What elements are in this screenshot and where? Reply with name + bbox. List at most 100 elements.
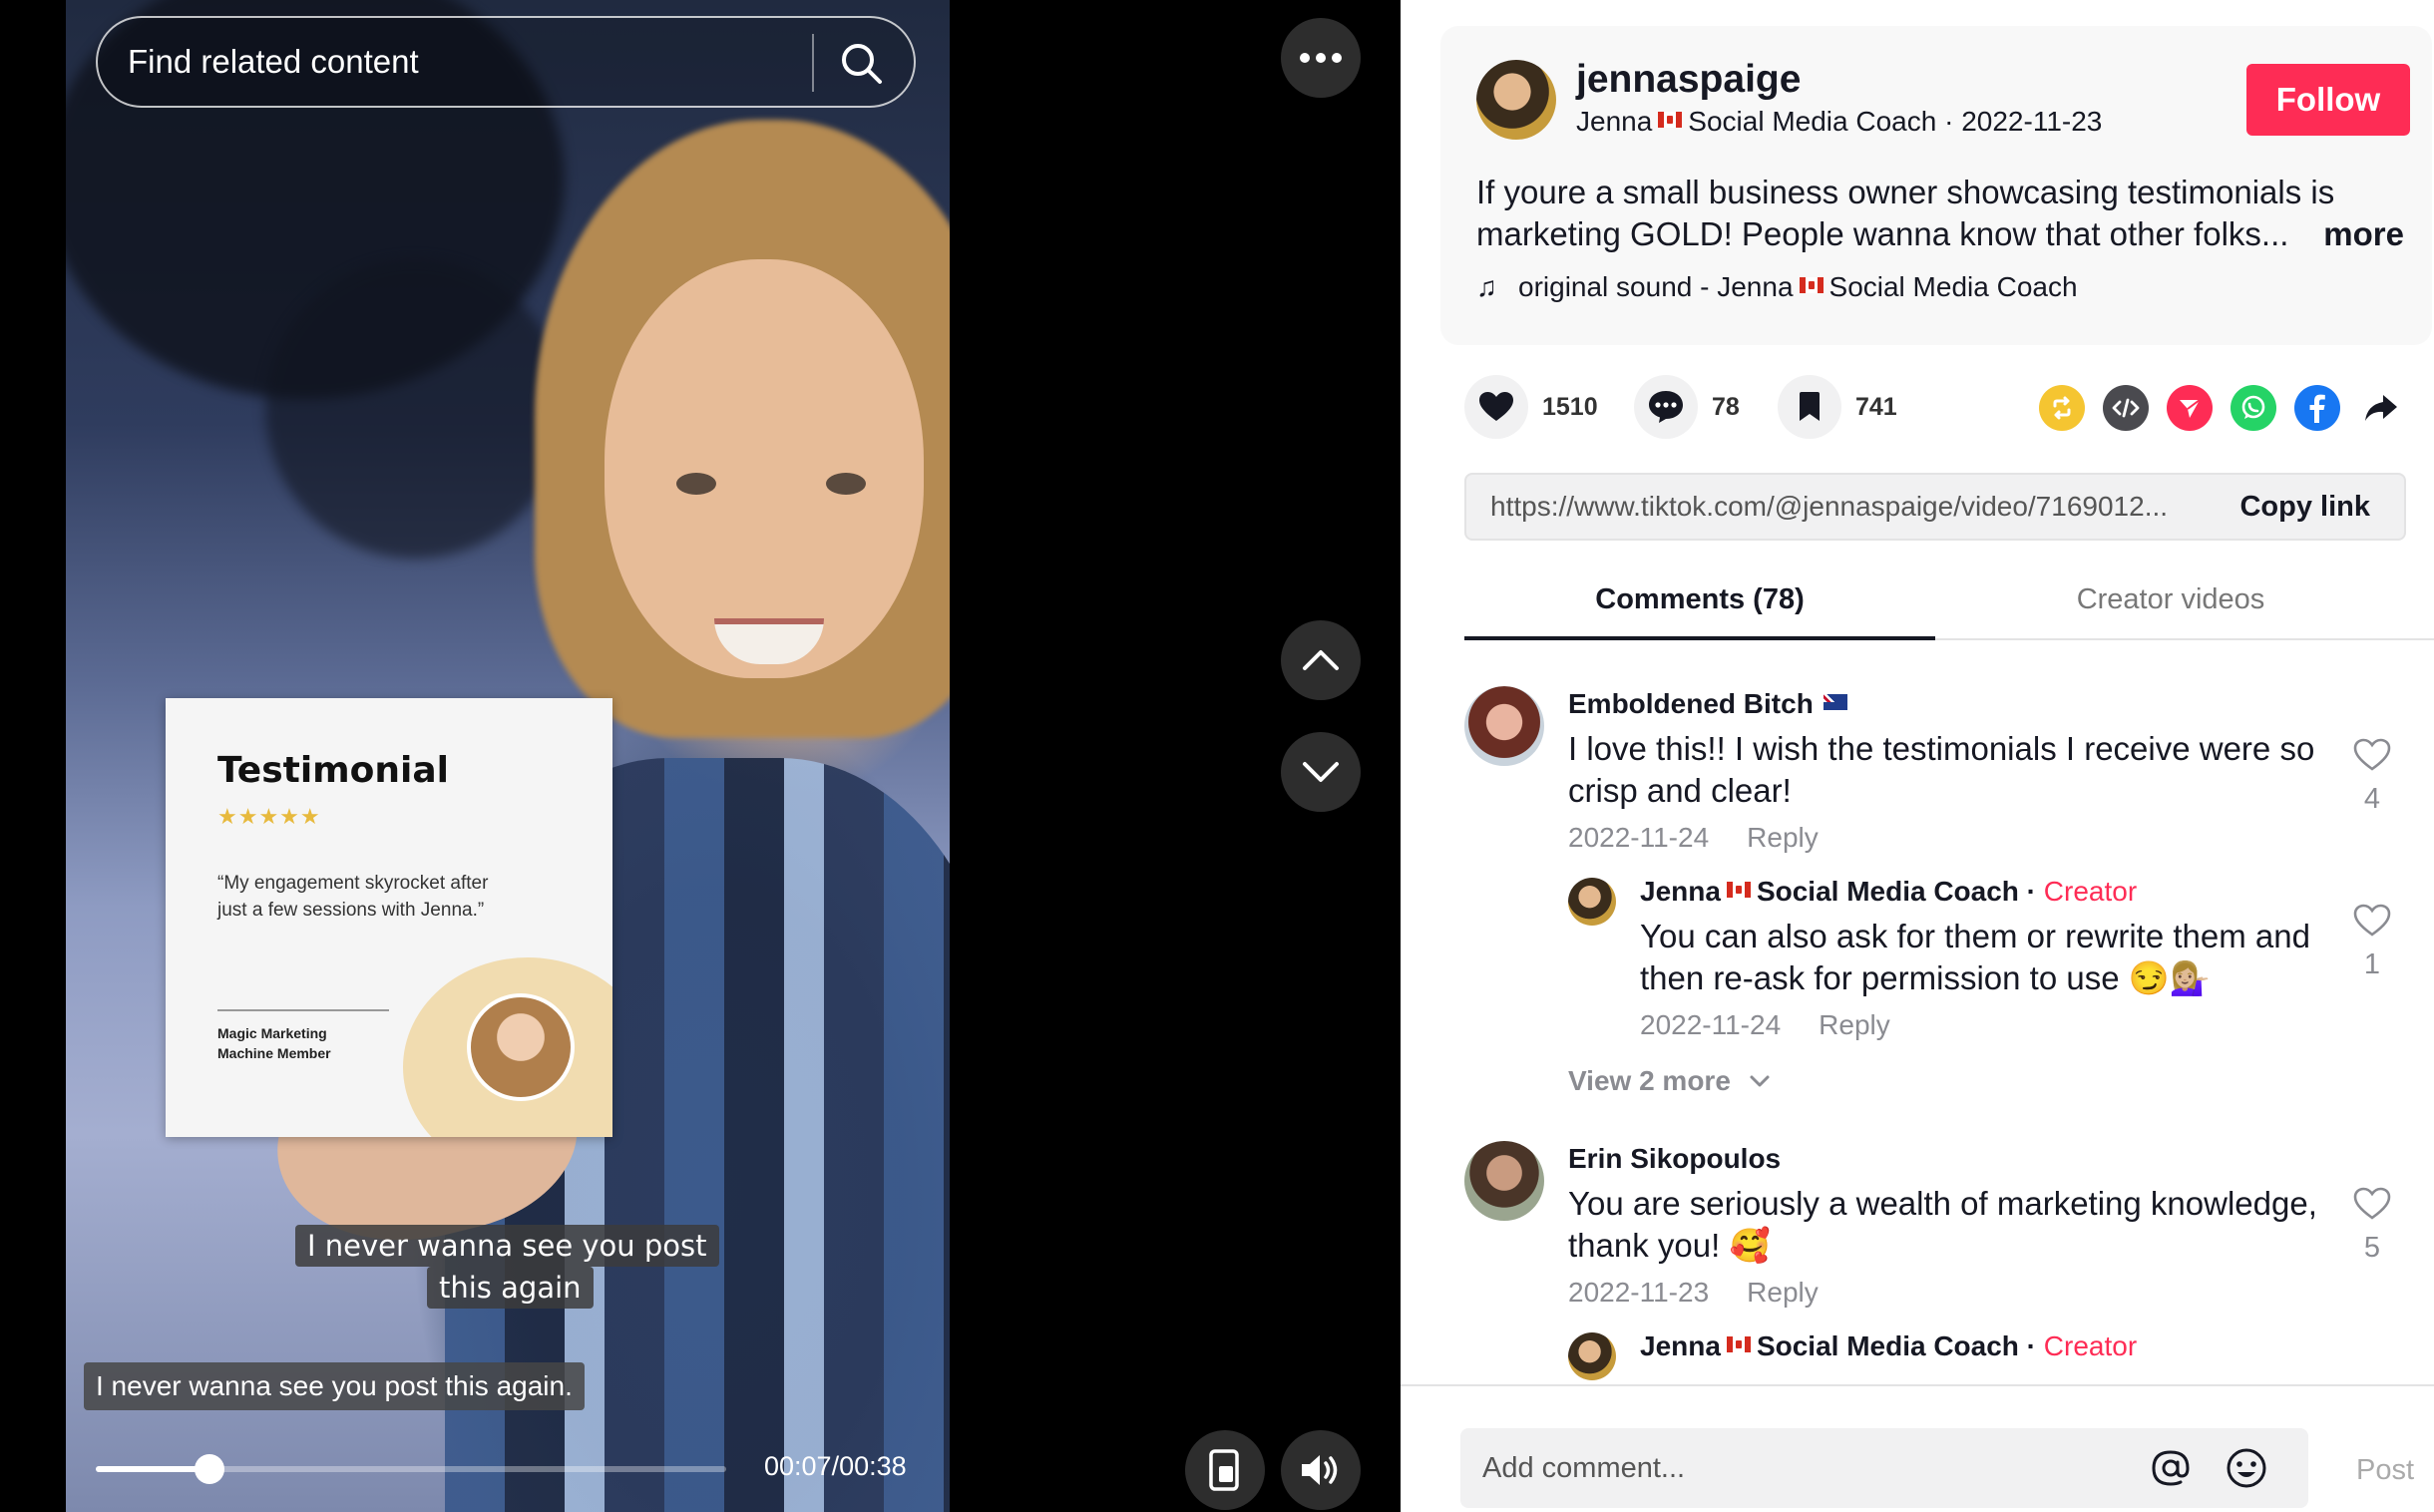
video-link-box: https://www.tiktok.com/@jennaspaige/vide… (1464, 473, 2406, 541)
mention-icon[interactable] (2149, 1446, 2193, 1490)
reply-item: Jenna Social Media Coach · Creator You ca… (1464, 876, 2402, 1065)
sound-title-suffix: Social Media Coach (1828, 271, 2078, 302)
video-progress-handle[interactable] (194, 1454, 224, 1484)
save-stat[interactable]: 741 (1778, 375, 1897, 439)
details-panel: jennaspaige Jenna Social Media Coach · 20… (1401, 0, 2434, 1512)
heart-icon (1479, 392, 1513, 421)
music-note-icon: ♫ (1476, 271, 1497, 302)
post-date: 2022-11-23 (1961, 106, 2103, 137)
testimonial-member: Magic Marketing Machine Member (217, 1025, 331, 1061)
tab-comments[interactable]: Comments (78) (1464, 574, 1935, 640)
author-nickname-line: Jenna Social Media Coach · 2022-11-23 (1576, 106, 2103, 137)
reply-like-button[interactable]: 1 (2342, 904, 2402, 981)
reply-author[interactable]: Jenna Social Media Coach · Creator (1640, 1330, 2137, 1362)
comment-meta: 2022-11-23 Reply (1568, 1277, 1819, 1309)
embed-button[interactable] (2103, 385, 2149, 431)
next-video-button[interactable] (1281, 732, 1361, 812)
heart-outline-icon (2353, 1187, 2391, 1220)
whatsapp-share-button[interactable] (2231, 385, 2276, 431)
search-placeholder: Find related content (128, 43, 419, 80)
chevron-up-icon (1303, 650, 1339, 670)
description-text: If youre a small business owner showcasi… (1476, 174, 2335, 252)
reply-author-name: Jenna (1640, 1330, 1721, 1361)
copy-link-button[interactable]: Copy link (2239, 491, 2370, 524)
comment-list[interactable]: Emboldened Bitch I love this!! I wish th… (1401, 662, 2434, 1384)
video-player[interactable]: Testimonial ★★★★★ “My engagement skyrock… (66, 0, 950, 1512)
share-arrow-icon (2365, 395, 2397, 421)
testimonial-stars: ★★★★★ (217, 804, 321, 829)
comment-date: 2022-11-23 (1568, 1277, 1710, 1308)
embed-code-icon (2112, 398, 2140, 418)
australia-flag-icon (1823, 694, 1847, 710)
reply-author-name: Jenna (1640, 876, 1721, 907)
commenter-name[interactable]: Erin Sikopoulos (1568, 1143, 1781, 1175)
sound-link[interactable]: ♫ original sound - Jenna Social Media Coac… (1476, 271, 2078, 303)
chevron-down-icon (1303, 762, 1339, 782)
reply-button[interactable]: Reply (1747, 1277, 1819, 1308)
comment-item: Erin Sikopoulos You are seriously a weal… (1464, 1141, 2402, 1321)
video-progress-fill (96, 1466, 209, 1472)
heart-outline-icon (2353, 904, 2391, 937)
commenter-avatar[interactable] (1464, 1141, 1544, 1221)
comment-like-button[interactable]: 4 (2342, 738, 2402, 816)
comment-item: Emboldened Bitch I love this!! I wish th… (1464, 686, 2402, 866)
video-time: 00:07/00:38 (764, 1451, 907, 1481)
author-username[interactable]: jennaspaige (1576, 58, 1801, 102)
paper-plane-icon (2180, 399, 2201, 418)
repost-button[interactable] (2039, 385, 2085, 431)
video-url[interactable]: https://www.tiktok.com/@jennaspaige/vide… (1490, 491, 2189, 523)
comment-like-button[interactable]: 5 (2342, 1187, 2402, 1265)
like-button[interactable] (1464, 375, 1528, 439)
commenter-avatar[interactable] (1464, 686, 1544, 766)
view-more-replies[interactable]: View 2 more (1568, 1065, 1771, 1097)
background-trees (265, 259, 565, 559)
reply-author[interactable]: Jenna Social Media Coach · Creator (1640, 876, 2137, 908)
save-button[interactable] (1778, 375, 1841, 439)
comment-text: I love this!! I wish the testimonials I … (1568, 730, 2315, 809)
description-more-button[interactable]: more (2299, 213, 2404, 255)
reply-like-count: 1 (2363, 948, 2381, 980)
panel-tabs: Comments (78) Creator videos (1464, 574, 2434, 640)
creator-reply-avatar[interactable] (1568, 1332, 1616, 1380)
view-more-label: View 2 more (1568, 1065, 1731, 1096)
emoji-icon[interactable] (2225, 1446, 2268, 1490)
like-count: 1510 (1542, 392, 1598, 421)
reply-button[interactable]: Reply (1819, 1009, 1890, 1040)
creator-reply-avatar[interactable] (1568, 878, 1616, 926)
author-avatar[interactable] (1476, 60, 1556, 140)
comment-button[interactable] (1634, 375, 1698, 439)
commenter-name[interactable]: Emboldened Bitch (1568, 688, 1847, 720)
previous-video-button[interactable] (1281, 620, 1361, 700)
comment-meta: 2022-11-24 Reply (1568, 822, 1819, 854)
canada-flag-icon (1726, 1336, 1751, 1352)
more-options-button[interactable] (1281, 18, 1361, 98)
related-content-search[interactable]: Find related content (96, 16, 916, 108)
video-person-eye (826, 473, 866, 495)
reply-meta: 2022-11-24 Reply (1640, 1009, 1890, 1041)
floating-player-button[interactable] (1185, 1430, 1265, 1510)
chevron-down-icon (1750, 1075, 1770, 1087)
send-to-friends-button[interactable] (2167, 385, 2213, 431)
video-progress-bar[interactable] (96, 1454, 726, 1484)
search-icon[interactable] (836, 38, 888, 90)
facebook-share-button[interactable] (2294, 385, 2340, 431)
testimonial-avatar (467, 993, 575, 1101)
comment-like-count: 5 (2363, 1232, 2381, 1264)
creator-badge: Creator (2043, 876, 2138, 907)
testimonial-title: Testimonial (217, 750, 450, 791)
testimonial-quote: “My engagement skyrocket after just a fe… (217, 873, 489, 921)
reply-date: 2022-11-24 (1640, 1009, 1782, 1040)
like-stat[interactable]: 1510 (1464, 375, 1598, 439)
reply-button[interactable]: Reply (1747, 822, 1819, 853)
comment-date: 2022-11-24 (1568, 822, 1710, 853)
follow-button[interactable]: Follow (2246, 64, 2410, 136)
video-area: Testimonial ★★★★★ “My engagement skyrock… (0, 0, 1401, 1512)
more-share-button[interactable] (2358, 385, 2404, 431)
caption-sticker-line1: I never wanna see you post (295, 1225, 719, 1267)
comment-stat[interactable]: 78 (1634, 375, 1740, 439)
tab-creator-videos[interactable]: Creator videos (1935, 574, 2406, 640)
add-comment-input[interactable]: Add comment... (1460, 1428, 2308, 1508)
comment-composer: Add comment... Post (1401, 1384, 2434, 1512)
volume-button[interactable] (1281, 1430, 1361, 1510)
post-comment-button[interactable]: Post (2356, 1454, 2414, 1487)
